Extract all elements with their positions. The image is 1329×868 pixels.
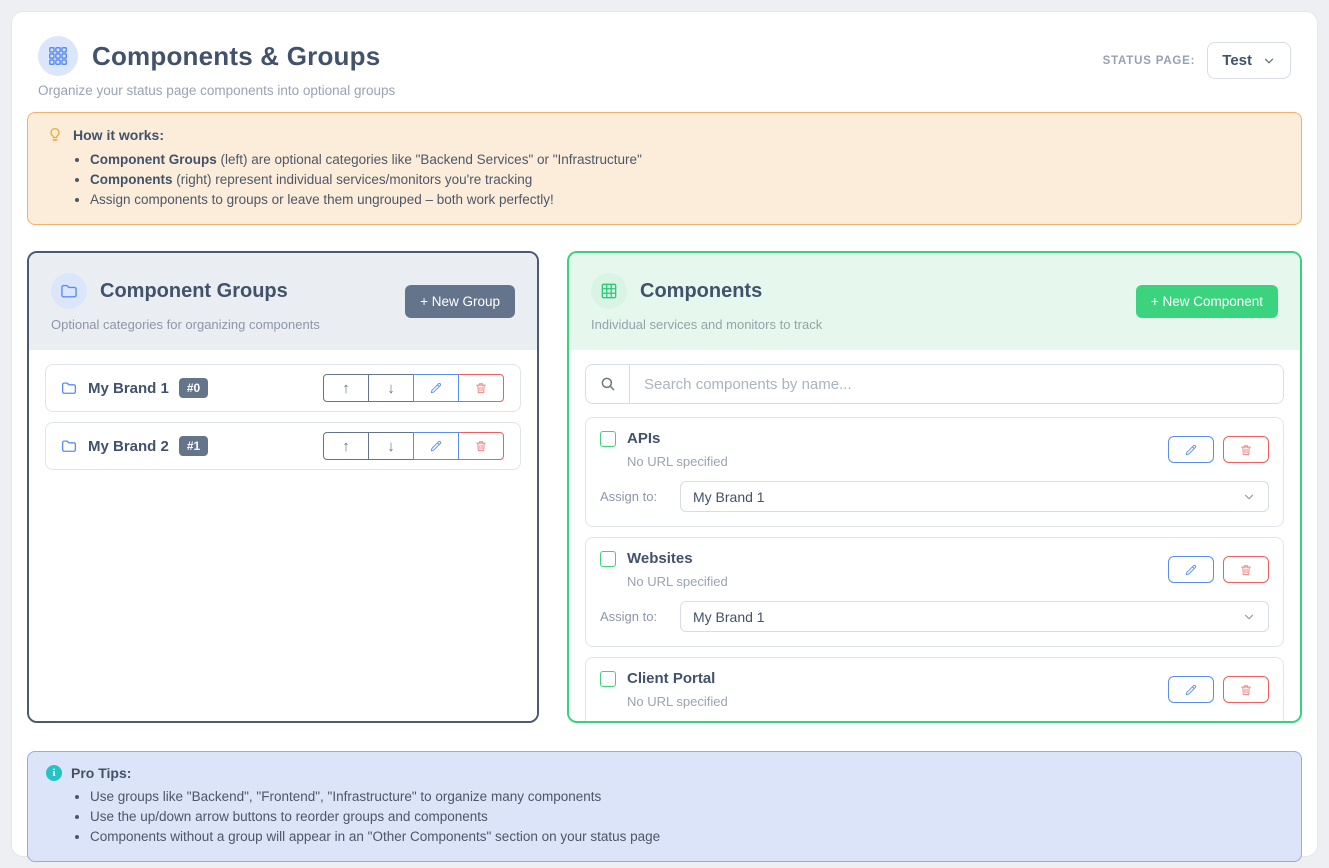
status-page-select[interactable]: Test bbox=[1207, 42, 1291, 79]
pro-tips-title: Pro Tips: bbox=[71, 765, 131, 781]
delete-group-button[interactable] bbox=[458, 374, 504, 402]
move-down-button[interactable]: ↓ bbox=[368, 432, 414, 460]
folder-icon bbox=[60, 379, 78, 397]
pencil-icon bbox=[429, 439, 443, 453]
folder-icon bbox=[60, 437, 78, 455]
how-it-works-item: Component Groups (left) are optional cat… bbox=[90, 152, 1283, 167]
assign-group-select[interactable]: My Brand 1 bbox=[680, 481, 1269, 512]
pro-tips-item: Use groups like "Backend", "Frontend", "… bbox=[90, 789, 1283, 804]
component-groups-panel: Component Groups Optional categories for… bbox=[27, 251, 539, 723]
group-order-badge: #0 bbox=[179, 378, 208, 398]
components-panel-subtitle: Individual services and monitors to trac… bbox=[591, 317, 1278, 332]
pencil-icon bbox=[1184, 443, 1198, 457]
assigned-group-value: My Brand 1 bbox=[693, 609, 765, 625]
groups-panel-header: Component Groups Optional categories for… bbox=[29, 253, 537, 350]
edit-component-button[interactable] bbox=[1168, 676, 1214, 703]
move-up-button[interactable]: ↑ bbox=[323, 432, 369, 460]
how-it-works-title: How it works: bbox=[73, 127, 164, 143]
group-name: My Brand 1 bbox=[88, 380, 169, 397]
component-search bbox=[585, 364, 1284, 404]
how-it-works-item: Components (right) represent individual … bbox=[90, 172, 1283, 187]
component-url-note: No URL specified bbox=[627, 454, 728, 469]
delete-component-button[interactable] bbox=[1223, 676, 1269, 703]
edit-group-button[interactable] bbox=[413, 432, 459, 460]
trash-icon bbox=[474, 439, 488, 453]
table-grid-icon bbox=[591, 273, 627, 309]
components-panel-header: Components Individual services and monit… bbox=[569, 253, 1300, 350]
group-row: My Brand 2 #1 ↑ ↓ bbox=[45, 422, 521, 470]
info-icon: i bbox=[46, 765, 62, 781]
status-page-value: Test bbox=[1222, 52, 1252, 69]
edit-component-button[interactable] bbox=[1168, 556, 1214, 583]
main-card: Components & Groups Organize your status… bbox=[11, 11, 1318, 857]
component-checkbox[interactable] bbox=[600, 431, 616, 447]
page-title: Components & Groups bbox=[92, 41, 380, 72]
chevron-down-icon bbox=[1262, 54, 1276, 68]
component-card: Websites No URL specified bbox=[585, 537, 1284, 647]
pro-tips-item: Components without a group will appear i… bbox=[90, 829, 1283, 844]
assign-to-label: Assign to: bbox=[600, 609, 680, 624]
assign-group-select[interactable]: My Brand 1 bbox=[680, 601, 1269, 632]
new-group-button[interactable]: + New Group bbox=[405, 285, 515, 318]
components-panel: Components Individual services and monit… bbox=[567, 251, 1302, 723]
pro-tips-item: Use the up/down arrow buttons to reorder… bbox=[90, 809, 1283, 824]
pencil-icon bbox=[1184, 683, 1198, 697]
move-down-button[interactable]: ↓ bbox=[368, 374, 414, 402]
component-name: Websites bbox=[627, 550, 693, 567]
assign-to-label: Assign to: bbox=[600, 489, 680, 504]
move-up-button[interactable]: ↑ bbox=[323, 374, 369, 402]
lightbulb-icon bbox=[46, 126, 64, 144]
chevron-down-icon bbox=[1242, 610, 1256, 624]
pro-tips-list: Use groups like "Backend", "Frontend", "… bbox=[90, 789, 1283, 844]
delete-component-button[interactable] bbox=[1223, 436, 1269, 463]
delete-group-button[interactable] bbox=[458, 432, 504, 460]
components-grid-icon bbox=[38, 36, 78, 76]
edit-group-button[interactable] bbox=[413, 374, 459, 402]
group-order-badge: #1 bbox=[179, 436, 208, 456]
component-url-note: No URL specified bbox=[627, 574, 728, 589]
component-checkbox[interactable] bbox=[600, 551, 616, 567]
search-input[interactable] bbox=[630, 365, 1283, 403]
new-component-button[interactable]: + New Component bbox=[1136, 285, 1278, 318]
groups-panel-subtitle: Optional categories for organizing compo… bbox=[51, 317, 515, 332]
component-url-note: No URL specified bbox=[627, 694, 728, 709]
components-panel-title: Components bbox=[640, 280, 762, 303]
search-icon bbox=[586, 365, 630, 403]
component-checkbox[interactable] bbox=[600, 671, 616, 687]
how-it-works-list: Component Groups (left) are optional cat… bbox=[90, 152, 1283, 207]
delete-component-button[interactable] bbox=[1223, 556, 1269, 583]
component-card: Client Portal No URL specified bbox=[585, 657, 1284, 721]
component-name: Client Portal bbox=[627, 670, 715, 687]
chevron-down-icon bbox=[1242, 490, 1256, 504]
groups-list: My Brand 1 #0 ↑ ↓ bbox=[29, 350, 537, 721]
components-list: APIs No URL specified bbox=[569, 350, 1300, 721]
group-row: My Brand 1 #0 ↑ ↓ bbox=[45, 364, 521, 412]
assigned-group-value: My Brand 1 bbox=[693, 489, 765, 505]
groups-panel-title: Component Groups bbox=[100, 280, 288, 303]
page-header: Components & Groups Organize your status… bbox=[27, 36, 1302, 98]
page-subtitle: Organize your status page components int… bbox=[38, 83, 395, 98]
pro-tips-box: i Pro Tips: Use groups like "Backend", "… bbox=[27, 751, 1302, 862]
component-name: APIs bbox=[627, 430, 660, 447]
how-it-works-item: Assign components to groups or leave the… bbox=[90, 192, 1283, 207]
pencil-icon bbox=[1184, 563, 1198, 577]
status-page-label: STATUS PAGE: bbox=[1103, 55, 1196, 67]
how-it-works-box: How it works: Component Groups (left) ar… bbox=[27, 112, 1302, 225]
folder-icon bbox=[51, 273, 87, 309]
group-name: My Brand 2 bbox=[88, 438, 169, 455]
pencil-icon bbox=[429, 381, 443, 395]
trash-icon bbox=[1239, 443, 1253, 457]
trash-icon bbox=[1239, 563, 1253, 577]
component-card: APIs No URL specified bbox=[585, 417, 1284, 527]
trash-icon bbox=[474, 381, 488, 395]
trash-icon bbox=[1239, 683, 1253, 697]
edit-component-button[interactable] bbox=[1168, 436, 1214, 463]
